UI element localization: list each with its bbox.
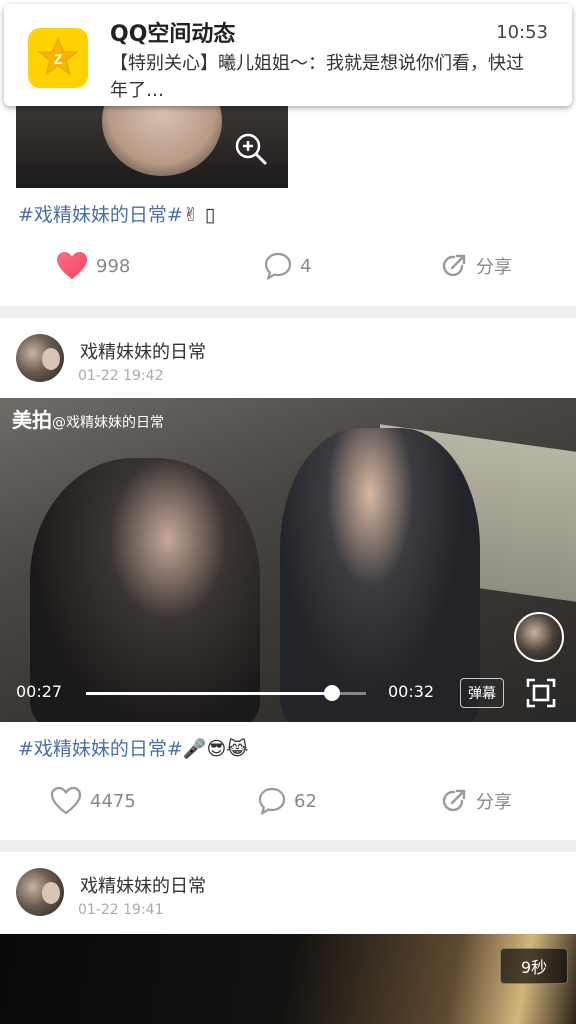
zoom-in-icon[interactable] [234,132,268,166]
post-username[interactable]: 戏精妹妹的日常 [80,338,206,364]
comment-count: 4 [300,255,312,277]
video-progress-knob[interactable] [324,685,341,701]
video-duration-badge: 9秒 [500,948,568,984]
post-separator [0,840,576,852]
notification-app-title: QQ空间动态 [110,22,236,47]
danmu-toggle-button[interactable]: 弹幕 [460,678,504,708]
share-button[interactable]: 分享 [440,781,512,821]
video-thumbnail[interactable]: 9秒 [0,934,576,1024]
video-current-time: 00:27 [16,682,63,701]
video-progress-bar[interactable] [86,685,366,701]
share-label: 分享 [476,257,512,278]
qzone-app-icon: Z [28,28,88,88]
watermark-handle: @戏精妹妹的日常 [52,415,164,431]
video-progress-fill [86,692,333,695]
post-actions: 998 4 分享 [0,246,576,286]
avatar[interactable] [16,868,64,916]
post-emoji: 🎤😎😹 [182,738,249,760]
avatar-detail [42,348,60,370]
notification-banner[interactable]: Z QQ空间动态 10:53 【特别关心】曦儿姐姐～：我就是想说你们看，快过年了… [4,4,572,106]
comment-icon [264,252,292,280]
comment-button[interactable]: 4 [264,246,311,286]
like-button[interactable]: 4475 [50,781,136,821]
comment-icon [258,787,286,815]
video-author-avatar[interactable] [514,612,564,662]
heart-filled-icon [57,252,87,279]
video-duration: 00:32 [388,682,435,701]
like-button[interactable]: 998 [56,246,130,286]
post-timestamp: 01-22 19:41 [78,902,164,918]
avatar-detail [42,882,60,904]
notification-time: 10:53 [496,22,548,43]
share-icon [442,254,466,277]
svg-text:Z: Z [54,51,63,67]
photo-subject [102,106,222,176]
post-separator [0,306,576,318]
heart-outline-icon [50,786,82,815]
post-actions: 4475 62 分享 [0,781,576,821]
share-button[interactable]: 分享 [440,246,512,286]
post-header: 戏精妹妹的日常 01-22 19:42 [0,334,576,404]
post-timestamp: 01-22 19:42 [78,368,164,384]
post-hashtag[interactable]: #戏精妹妹的日常#✌ ▯ [18,200,215,227]
comment-count: 62 [294,790,317,812]
qzone-feed: Z QQ空间动态 10:53 【特别关心】曦儿姐姐～：我就是想说你们看，快过年了… [0,0,576,1024]
post-header: 戏精妹妹的日常 01-22 19:41 [0,868,576,938]
video-controls: 00:27 00:32 弹幕 [0,666,576,722]
video-watermark: 美拍@戏精妹妹的日常 [12,404,164,433]
post-username[interactable]: 戏精妹妹的日常 [80,872,206,898]
fullscreen-icon[interactable] [526,678,556,708]
hashtag-text[interactable]: #戏精妹妹的日常# [18,204,183,226]
post-emoji: ✌ ▯ [182,204,216,226]
post-hashtag[interactable]: #戏精妹妹的日常#🎤😎😹 [18,734,249,761]
comment-button[interactable]: 62 [258,781,317,821]
hashtag-text[interactable]: #戏精妹妹的日常# [18,738,183,760]
avatar[interactable] [16,334,64,382]
like-count: 998 [96,255,131,277]
share-label: 分享 [476,792,512,813]
like-count: 4475 [90,790,136,812]
watermark-brand: 美拍 [12,408,52,432]
post-image-thumbnail[interactable] [16,106,288,188]
notification-body: 【特别关心】曦儿姐姐～：我就是想说你们看，快过年了… [110,53,524,101]
share-icon [442,789,466,812]
video-player[interactable]: 美拍@戏精妹妹的日常 00:27 00:32 弹幕 [0,398,576,722]
